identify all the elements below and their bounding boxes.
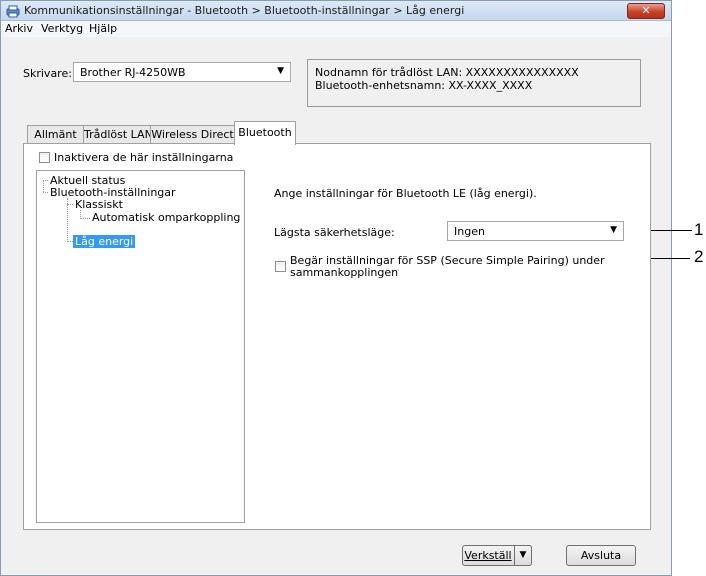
menu-bar: Arkiv Verktyg Hjälp [1,21,671,37]
callout-2: 2 [694,247,704,266]
tab-allmant[interactable]: Allmänt [27,125,84,144]
menu-hjalp[interactable]: Hjälp [89,22,117,35]
tab-wireless-direct[interactable]: Wireless Direct [150,125,235,144]
callout-1: 1 [694,220,704,239]
bluetooth-device-name-text: Bluetooth-enhetsnamn: XX-XXXX_XXXX [315,79,533,92]
tree-item-auto-reconnect[interactable]: Automatisk omparkoppling [92,211,240,224]
min-security-select[interactable]: Ingen ▼ [447,221,624,241]
settings-tree: Aktuell status Bluetooth-inställningar K… [36,170,245,523]
printer-select[interactable]: Brother RJ-4250WB ▼ [73,62,291,82]
apply-dropdown-button[interactable]: ▼ [514,545,532,566]
printer-label: Skrivare: [23,67,72,80]
ble-heading: Ange inställningar för Bluetooth LE (låg… [274,187,537,200]
window-close-button[interactable]: ✕ [627,3,665,19]
min-security-label: Lägsta säkerhetsläge: [274,226,395,239]
bluetooth-panel: Inaktivera de här inställningarna Aktuel… [23,143,651,530]
printer-select-value: Brother RJ-4250WB [80,66,186,79]
printer-info-box: Nodnamn för trådlöst LAN: XXXXXXXXXXXXXX… [307,59,641,107]
disable-settings-checkbox[interactable] [39,152,50,163]
window-title: Kommunikationsinställningar - Bluetooth … [24,4,465,17]
settings-window: Kommunikationsinställningar - Bluetooth … [0,0,672,576]
menu-verktyg[interactable]: Verktyg [41,22,83,35]
ssp-checkbox[interactable] [275,261,286,272]
title-bar: Kommunikationsinställningar - Bluetooth … [1,1,671,21]
tree-item-low-energy[interactable]: Låg energi [73,235,136,248]
menu-arkiv[interactable]: Arkiv [5,22,33,35]
ssp-label-line2: sammankopplingen [290,266,399,279]
tab-tradlost-lan[interactable]: Trådlöst LAN [83,125,153,144]
close-button[interactable]: Avsluta [566,545,636,566]
chevron-down-icon: ▼ [277,66,284,76]
min-security-value: Ingen [454,225,485,238]
tree-item-classic[interactable]: Klassiskt [75,198,123,211]
apply-button-label: Verkställ [464,549,512,562]
chevron-down-icon: ▼ [519,550,527,560]
printer-app-icon [6,5,20,18]
chevron-down-icon: ▼ [610,225,617,235]
disable-settings-label: Inaktivera de här inställningarna [54,151,234,164]
node-name-text: Nodnamn för trådlöst LAN: XXXXXXXXXXXXXX… [315,66,579,79]
tab-bluetooth[interactable]: Bluetooth [234,121,296,145]
